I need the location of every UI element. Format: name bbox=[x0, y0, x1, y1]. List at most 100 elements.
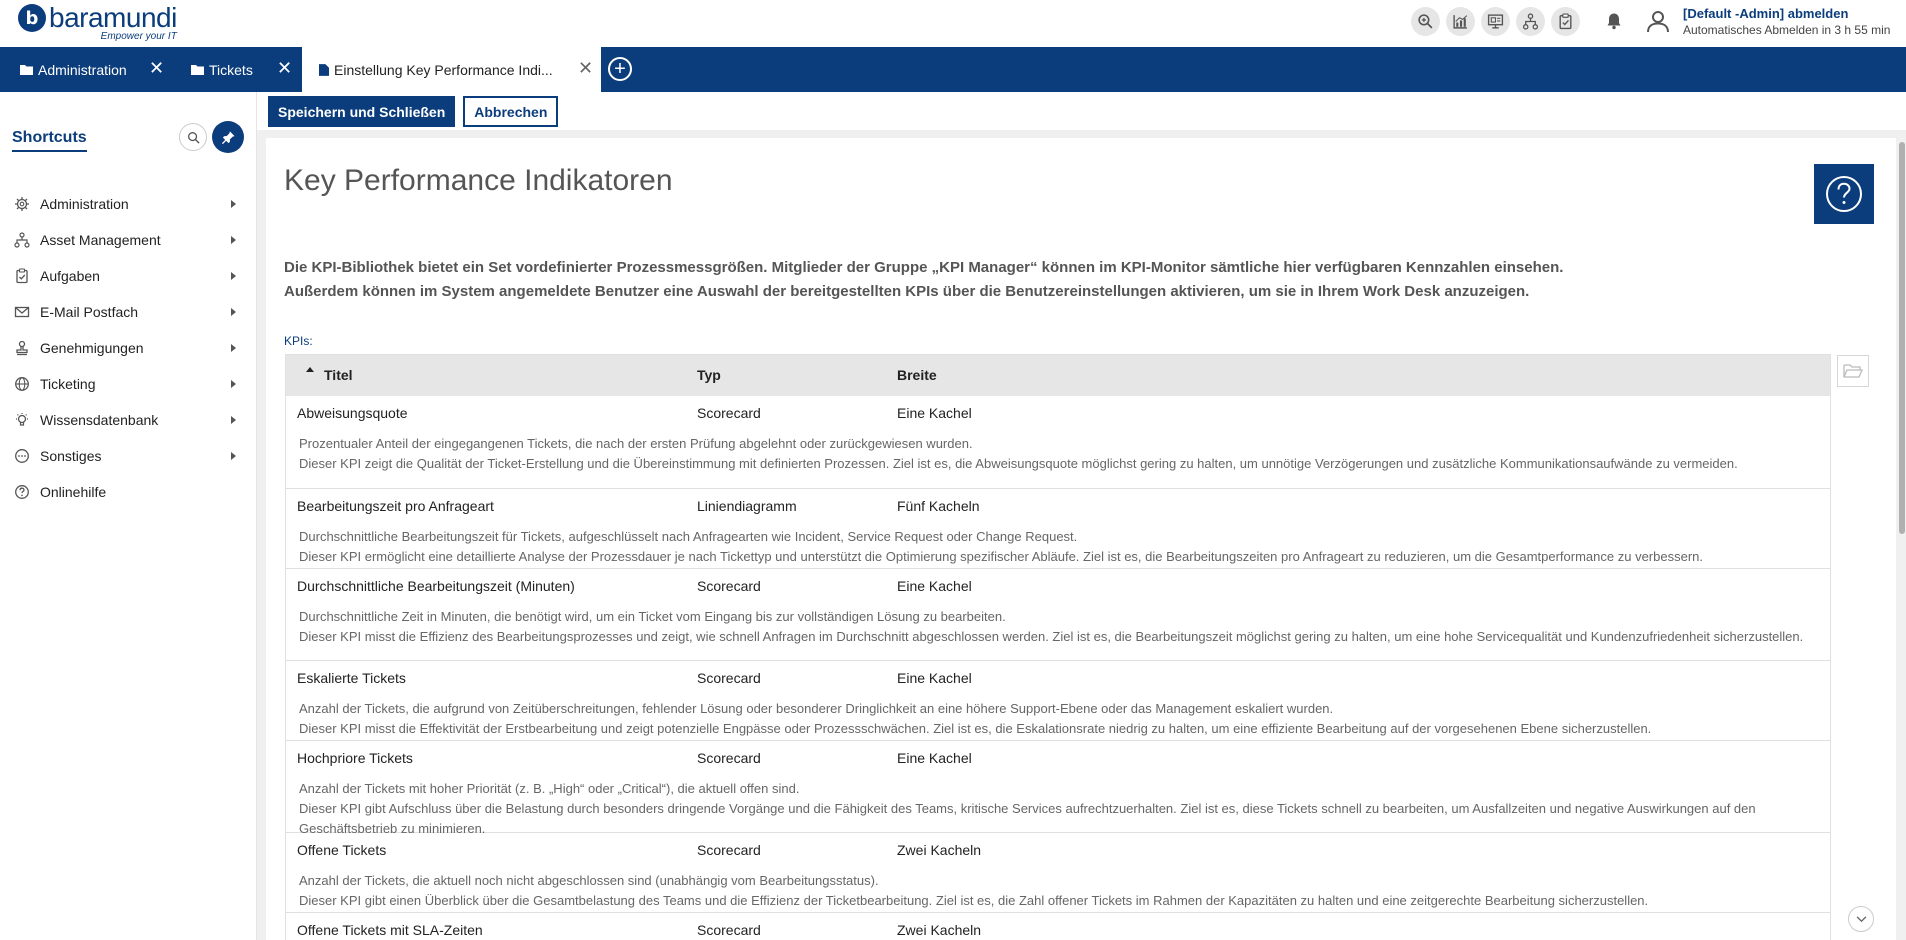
close-icon[interactable]: ✕ bbox=[277, 58, 292, 79]
clipboard-icon[interactable] bbox=[1551, 7, 1580, 36]
description-line: Durchschnittliche Zeit in Minuten, die b… bbox=[299, 609, 1006, 624]
intro-line: Außerdem können im System angemeldete Be… bbox=[284, 283, 1530, 300]
table-row[interactable]: Abweisungsquote Scorecard Eine Kachel Pr… bbox=[286, 396, 1830, 489]
sort-ascending-icon[interactable] bbox=[306, 367, 314, 372]
sidebar-item-wissensdatenbank[interactable]: Wissensdatenbank bbox=[0, 402, 256, 438]
row-description: Prozentualer Anteil der eingegangenen Ti… bbox=[286, 396, 1830, 474]
cancel-button[interactable]: Abbrechen bbox=[463, 96, 559, 127]
column-header-width[interactable]: Breite bbox=[897, 367, 937, 383]
row-description: Anzahl der Tickets, die aktuell noch nic… bbox=[286, 833, 1830, 911]
sidebar-item-label: Ticketing bbox=[40, 376, 96, 392]
chart-icon[interactable] bbox=[1446, 7, 1475, 36]
search-icon[interactable] bbox=[179, 123, 207, 151]
help-button[interactable] bbox=[1814, 164, 1874, 224]
stamp-icon bbox=[16, 340, 28, 356]
app-header: b baramundi Empower your IT [Default -Ad… bbox=[0, 0, 1906, 47]
sidebar-item-label: Aufgaben bbox=[40, 268, 100, 284]
table-row[interactable]: Eskalierte Tickets Scorecard Eine Kachel… bbox=[286, 661, 1830, 741]
table-row[interactable]: Offene Tickets Scorecard Zwei Kacheln An… bbox=[286, 833, 1830, 913]
add-tab-button[interactable]: + bbox=[608, 57, 632, 81]
sidebar-item-sonstiges[interactable]: Sonstiges bbox=[0, 438, 256, 474]
document-icon bbox=[319, 63, 329, 76]
table-row[interactable]: Bearbeitungszeit pro Anfrageart Liniendi… bbox=[286, 489, 1830, 569]
zoom-icon[interactable] bbox=[1411, 7, 1440, 36]
cell-type: Scorecard bbox=[697, 405, 761, 421]
bell-icon[interactable] bbox=[1604, 11, 1624, 31]
tab-label: Tickets bbox=[209, 61, 253, 78]
sidebar-item-label: Sonstiges bbox=[40, 448, 102, 464]
logo-text: baramundi bbox=[49, 2, 177, 33]
cell-width: Zwei Kacheln bbox=[897, 922, 982, 938]
cell-title: Offene Tickets mit SLA-Zeiten bbox=[297, 922, 483, 938]
presentation-icon[interactable] bbox=[1481, 7, 1510, 36]
cell-type: Scorecard bbox=[697, 922, 761, 938]
description-line: Anzahl der Tickets, die aufgrund von Zei… bbox=[299, 701, 1334, 716]
action-bar: Speichern und Schließen Abbrechen bbox=[268, 96, 559, 127]
tab-label: Einstellung Key Performance Indi... bbox=[334, 61, 553, 78]
sidebar-item-label: Onlinehilfe bbox=[40, 484, 107, 500]
logo-mark: b bbox=[18, 4, 46, 32]
help-icon bbox=[1826, 176, 1862, 212]
cell-width: Eine Kachel bbox=[897, 670, 972, 686]
sidebar-item-ticketing[interactable]: Ticketing bbox=[0, 366, 256, 402]
close-icon[interactable]: ✕ bbox=[578, 58, 593, 79]
sidebar-item-label: Administration bbox=[40, 196, 129, 212]
tab-tickets[interactable]: Tickets ✕ bbox=[171, 47, 302, 92]
sidebar-item-email-postfach[interactable]: E-Mail Postfach bbox=[0, 294, 256, 330]
cell-width: Fünf Kacheln bbox=[897, 498, 980, 514]
cell-width: Eine Kachel bbox=[897, 578, 972, 594]
sidebar-title[interactable]: Shortcuts bbox=[12, 129, 87, 152]
tab-administration[interactable]: Administration ✕ bbox=[0, 47, 171, 92]
mail-icon bbox=[14, 306, 30, 318]
baramundi-logo[interactable]: b baramundi Empower your IT bbox=[18, 3, 177, 42]
cell-type: Scorecard bbox=[697, 670, 761, 686]
page-title: Key Performance Indikatoren bbox=[284, 164, 673, 197]
sidebar-item-onlinehilfe[interactable]: Onlinehilfe bbox=[0, 474, 256, 510]
intro-line: Die KPI-Bibliothek bietet ein Set vordef… bbox=[284, 259, 1564, 276]
sidebar-item-genehmigungen[interactable]: Genehmigungen bbox=[0, 330, 256, 366]
sidebar-nav: Administration Asset Management Aufgaben… bbox=[0, 186, 256, 510]
sidebar-item-label: Genehmigungen bbox=[40, 340, 144, 356]
intro-text: Die KPI-Bibliothek bietet ein Set vordef… bbox=[284, 256, 1563, 304]
description-line: Anzahl der Tickets, die aktuell noch nic… bbox=[299, 873, 879, 888]
chevron-right-icon bbox=[231, 236, 236, 244]
cell-width: Eine Kachel bbox=[897, 405, 972, 421]
auto-logout-info: Automatisches Abmelden in 3 h 55 min bbox=[1683, 23, 1891, 37]
cell-title: Offene Tickets bbox=[297, 842, 387, 858]
sidebar-item-administration[interactable]: Administration bbox=[0, 186, 256, 222]
user-avatar-icon[interactable] bbox=[1645, 8, 1671, 34]
sidebar-item-aufgaben[interactable]: Aufgaben bbox=[0, 258, 256, 294]
header-toolbar bbox=[1411, 7, 1580, 36]
cell-type: Liniendiagramm bbox=[697, 498, 797, 514]
user-logout-link[interactable]: [Default -Admin] abmelden bbox=[1683, 6, 1848, 21]
table-row[interactable]: Hochpriore Tickets Scorecard Eine Kachel… bbox=[286, 741, 1830, 836]
vertical-scrollbar[interactable] bbox=[1898, 138, 1906, 940]
cell-title: Eskalierte Tickets bbox=[297, 670, 406, 686]
hierarchy-icon[interactable] bbox=[1516, 7, 1545, 36]
close-icon[interactable]: ✕ bbox=[149, 58, 164, 79]
hierarchy-icon bbox=[14, 232, 30, 248]
table-row[interactable]: Offene Tickets mit SLA-Zeiten Scorecard … bbox=[286, 913, 1830, 940]
table-header: Titel Typ Breite bbox=[286, 355, 1830, 396]
help-icon bbox=[15, 485, 29, 499]
column-header-title[interactable]: Titel bbox=[324, 367, 353, 383]
description-line: Dieser KPI zeigt die Qualität der Ticket… bbox=[299, 456, 1738, 471]
chevron-right-icon bbox=[231, 200, 236, 208]
chevron-right-icon bbox=[231, 272, 236, 280]
cell-title: Durchschnittliche Bearbeitungszeit (Minu… bbox=[297, 578, 575, 594]
column-header-type[interactable]: Typ bbox=[697, 367, 721, 383]
pin-icon[interactable] bbox=[212, 121, 244, 153]
cell-title: Bearbeitungszeit pro Anfrageart bbox=[297, 498, 494, 514]
sidebar-item-asset-management[interactable]: Asset Management bbox=[0, 222, 256, 258]
chevron-right-icon bbox=[231, 416, 236, 424]
sidebar-item-label: E-Mail Postfach bbox=[40, 304, 139, 320]
table-row[interactable]: Durchschnittliche Bearbeitungszeit (Minu… bbox=[286, 569, 1830, 661]
cell-type: Scorecard bbox=[697, 842, 761, 858]
scrollbar-thumb[interactable] bbox=[1899, 142, 1905, 534]
folder-open-icon[interactable] bbox=[1837, 355, 1869, 387]
chevron-down-icon[interactable] bbox=[1848, 906, 1874, 932]
cell-type: Scorecard bbox=[697, 750, 761, 766]
save-and-close-button[interactable]: Speichern und Schließen bbox=[268, 96, 456, 127]
description-line: Durchschnittliche Bearbeitungszeit für T… bbox=[299, 529, 1078, 544]
tab-kpi-settings[interactable]: Einstellung Key Performance Indi... ✕ bbox=[302, 47, 601, 92]
